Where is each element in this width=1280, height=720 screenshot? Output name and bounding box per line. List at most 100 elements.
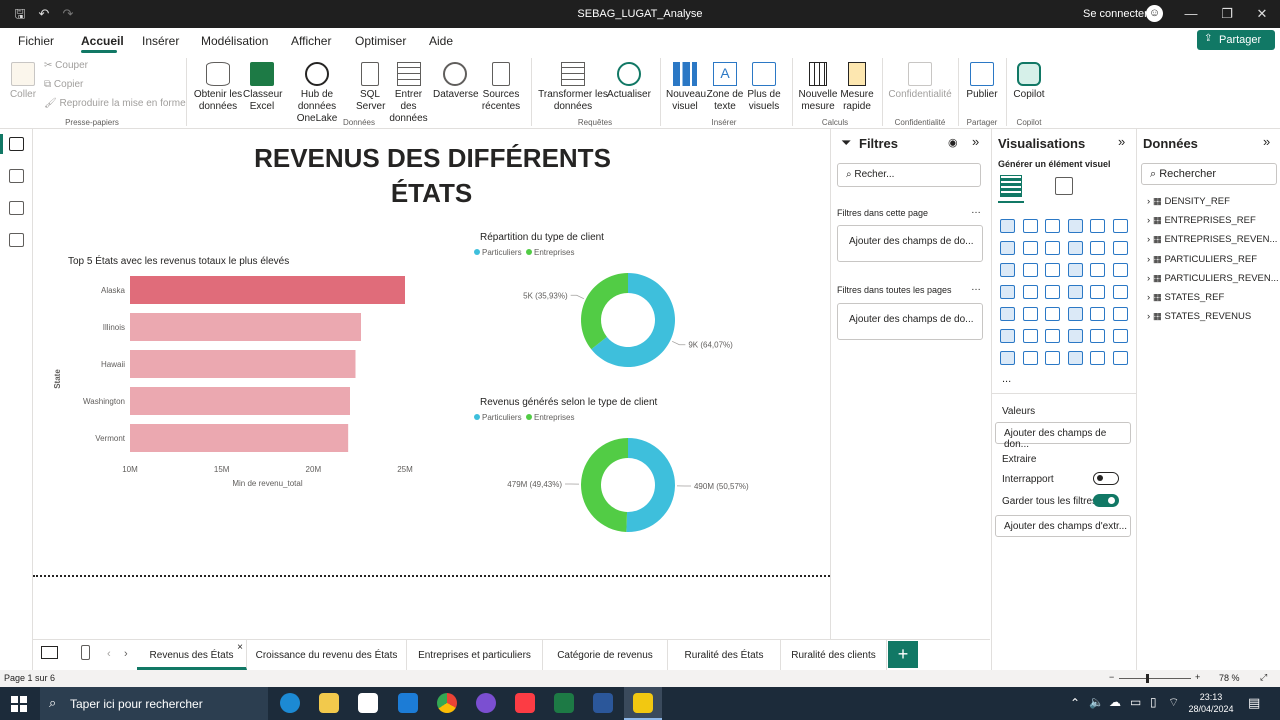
stacked-bar-icon[interactable] xyxy=(1000,219,1015,233)
decomposition-icon[interactable] xyxy=(1045,329,1060,343)
diamond-icon[interactable] xyxy=(1090,351,1105,365)
table-item[interactable]: › ▦ STATES_REF xyxy=(1147,292,1279,303)
gauge-icon[interactable] xyxy=(1090,285,1105,299)
mobile-layout-icon[interactable] xyxy=(81,645,90,660)
sql-server-button[interactable]: SQL Server xyxy=(356,62,385,113)
table-item[interactable]: › ▦ PARTICULIERS_REVEN... xyxy=(1147,273,1279,284)
minimize-icon[interactable]: — xyxy=(1183,6,1199,22)
menu-inserer[interactable]: Insérer xyxy=(142,34,179,48)
fit-page-icon[interactable]: ⤢ xyxy=(1260,672,1267,683)
arcgis-icon[interactable] xyxy=(1045,351,1060,365)
collapse-icon[interactable]: » xyxy=(1263,134,1270,149)
store-icon[interactable] xyxy=(358,693,378,713)
menu-modelisation[interactable]: Modélisation xyxy=(201,34,268,48)
bar[interactable] xyxy=(130,313,361,341)
values-drop[interactable]: Ajouter des champs de don... xyxy=(995,422,1131,450)
publish-button[interactable]: Publier xyxy=(964,62,1000,101)
copy-button[interactable]: ⧉ Copier xyxy=(44,79,83,91)
quick-measure-button[interactable]: Mesure rapide xyxy=(838,62,876,113)
zoom-slider-track[interactable] xyxy=(1119,678,1191,679)
stacked-column-icon[interactable] xyxy=(1022,219,1038,233)
chevron-right-icon[interactable]: › xyxy=(124,648,128,660)
bar[interactable] xyxy=(130,424,349,452)
wifi-icon[interactable]: ⌔ xyxy=(1168,695,1179,710)
legend-entry[interactable]: Particuliers xyxy=(482,413,522,422)
filters-this-page-drop[interactable]: Ajouter des champs de do... xyxy=(837,225,983,262)
line-icon[interactable] xyxy=(1000,241,1015,255)
zoom-slider-thumb[interactable] xyxy=(1146,674,1149,683)
filters-all-pages-drop[interactable]: Ajouter des champs de do... xyxy=(837,303,983,340)
kpi-icon[interactable] xyxy=(1022,307,1038,321)
page-tab[interactable]: Croissance du revenu des États xyxy=(247,640,407,670)
shape-icon[interactable] xyxy=(1067,351,1083,365)
network-icon[interactable]: ▭ xyxy=(1130,695,1141,709)
goals-icon[interactable] xyxy=(1112,329,1128,343)
azure-map-icon[interactable] xyxy=(1067,285,1083,299)
maximize-icon[interactable]: ❐ xyxy=(1219,6,1235,22)
bar[interactable] xyxy=(130,276,405,304)
donut-chart-client-type[interactable]: Particuliers Entreprises 9K (64,07%) 5K (35… xyxy=(473,247,763,377)
more-options-icon[interactable]: … xyxy=(971,205,981,216)
model-view-icon[interactable] xyxy=(9,201,24,215)
taskbar-search[interactable]: ⌕ Taper ici pour rechercher xyxy=(40,687,268,720)
donut-slice[interactable] xyxy=(626,438,675,532)
qa-icon[interactable] xyxy=(1067,329,1083,343)
table-item[interactable]: › ▦ DENSITY_REF xyxy=(1147,196,1279,207)
area-icon[interactable] xyxy=(1022,241,1038,255)
excel-taskbar-icon[interactable] xyxy=(554,693,574,713)
cloud-icon[interactable]: ☁ xyxy=(1109,695,1121,709)
file-explorer-icon[interactable] xyxy=(319,693,339,713)
edge-icon[interactable] xyxy=(280,693,300,713)
filters-search-input[interactable]: ⌕ Recher... xyxy=(837,163,981,187)
line-clustered-icon[interactable] xyxy=(1000,263,1015,277)
clustered-bar-icon[interactable] xyxy=(1045,219,1060,233)
card-icon[interactable] xyxy=(1112,285,1128,299)
power-apps-icon[interactable] xyxy=(1022,351,1038,365)
dataverse-button[interactable]: Dataverse xyxy=(433,62,479,101)
donut-chart-revenue[interactable]: Particuliers Entreprises 490M (50,57%) 479M… xyxy=(473,412,763,542)
menu-optimiser[interactable]: Optimiser xyxy=(355,34,406,48)
desktop-layout-icon[interactable] xyxy=(41,646,58,659)
page-tab[interactable]: Ruralité des États xyxy=(668,640,781,670)
share-button[interactable]: ⇪ Partager ⌄ xyxy=(1197,30,1275,59)
account-icon[interactable]: ☺ xyxy=(1146,5,1163,22)
keep-filters-toggle[interactable] xyxy=(1093,494,1119,507)
r-script-icon[interactable] xyxy=(1112,307,1128,321)
zoom-out-icon[interactable]: − xyxy=(1109,672,1114,682)
bar[interactable] xyxy=(130,350,356,378)
filled-map-icon[interactable] xyxy=(1045,285,1060,299)
sign-in-link[interactable]: Se connecter xyxy=(1083,8,1148,20)
drillthrough-drop[interactable]: Ajouter des champs d'extr... xyxy=(995,515,1131,537)
paste-button[interactable]: Coller xyxy=(8,62,38,101)
messenger-icon[interactable] xyxy=(476,693,496,713)
legend-entry[interactable]: Entreprises xyxy=(534,413,574,422)
build-visual-icon[interactable] xyxy=(1000,175,1022,197)
waterfall-icon[interactable] xyxy=(1090,241,1105,255)
enter-data-button[interactable]: Entrer des données xyxy=(386,62,431,125)
more-visuals-button[interactable]: Plus de visuels xyxy=(744,62,784,113)
legend-entry[interactable]: Particuliers xyxy=(482,248,522,257)
clustered-column-icon[interactable] xyxy=(1067,219,1083,233)
100-column-icon[interactable] xyxy=(1112,219,1128,233)
copilot-button[interactable]: Copilot xyxy=(1010,62,1048,101)
mail-icon[interactable] xyxy=(398,693,418,713)
table-icon[interactable] xyxy=(1067,307,1083,321)
menu-afficher[interactable]: Afficher xyxy=(291,34,331,48)
report-canvas[interactable]: REVENUS DES DIFFÉRENTS ÉTATS Top 5 États… xyxy=(33,129,830,639)
matrix-icon[interactable] xyxy=(1090,307,1105,321)
notifications-icon[interactable]: ▤ xyxy=(1248,695,1260,711)
chrome-icon[interactable] xyxy=(437,693,457,713)
table-item[interactable]: › ▦ STATES_REVENUS xyxy=(1147,311,1279,322)
page-tab[interactable]: Catégorie de revenus xyxy=(543,640,668,670)
close-tab-icon[interactable]: × xyxy=(237,642,243,653)
speaker-icon[interactable]: 🔈 xyxy=(1089,695,1104,709)
dax-view-icon[interactable] xyxy=(9,233,24,247)
recent-sources-button[interactable]: Sources récentes xyxy=(478,62,524,113)
menu-fichier[interactable]: Fichier xyxy=(18,34,54,48)
multirow-card-icon[interactable] xyxy=(1000,307,1015,321)
bar[interactable] xyxy=(130,387,350,415)
table-item[interactable]: › ▦ ENTREPRISES_REF xyxy=(1147,215,1279,226)
table-item[interactable]: › ▦ ENTREPRISES_REVEN... xyxy=(1147,234,1279,245)
battery-icon[interactable]: ▯ xyxy=(1150,695,1157,709)
windows-start-icon[interactable] xyxy=(11,696,27,712)
